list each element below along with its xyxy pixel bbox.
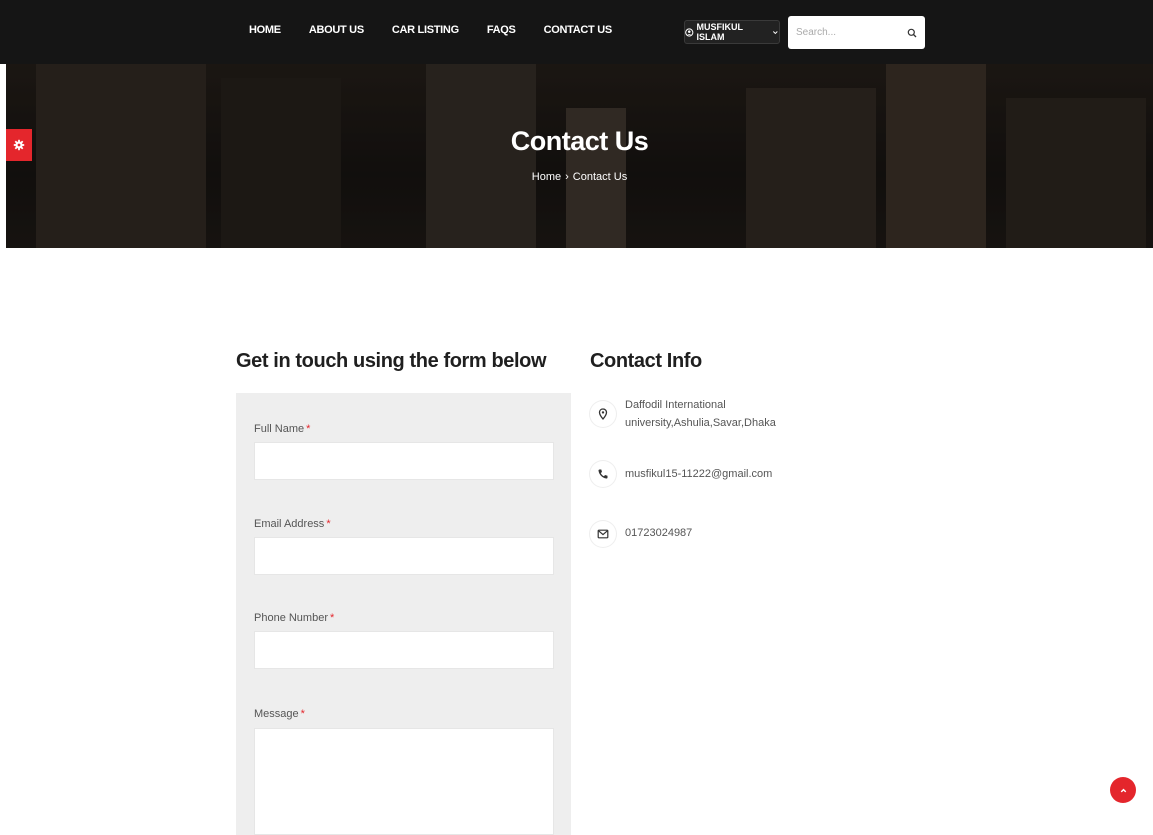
contact-phone[interactable]: 01723024987 bbox=[625, 524, 775, 542]
nav-home-link[interactable]: HOME bbox=[249, 24, 281, 36]
phone-number-field[interactable] bbox=[254, 631, 554, 669]
nav-faqs-link[interactable]: FAQS bbox=[487, 24, 516, 36]
phone-icon-wrap bbox=[590, 461, 616, 487]
breadcrumb-home-link[interactable]: Home bbox=[532, 171, 561, 183]
breadcrumb-separator: › bbox=[565, 171, 569, 183]
user-icon bbox=[685, 27, 694, 37]
search-placeholder: Search... bbox=[796, 27, 837, 38]
message-textarea[interactable] bbox=[254, 728, 554, 835]
search-input[interactable]: Search... bbox=[788, 16, 925, 49]
contact-email[interactable]: musfikul15-11222@gmail.com bbox=[625, 465, 775, 483]
nav-car-listing-link[interactable]: CAR LISTING bbox=[392, 24, 459, 36]
chevron-down-icon bbox=[773, 30, 779, 34]
settings-toggle-button[interactable] bbox=[6, 129, 32, 161]
full-name-field[interactable] bbox=[254, 442, 554, 480]
nav-about-us-link[interactable]: ABOUT US bbox=[309, 24, 364, 36]
contact-address: Daffodil International university,Ashuli… bbox=[625, 399, 776, 429]
gear-icon bbox=[13, 139, 25, 151]
user-name: MUSFIKUL ISLAM bbox=[696, 22, 743, 42]
top-navbar: HOME ABOUT US CAR LISTING FAQS CONTACT U… bbox=[0, 0, 1153, 64]
form-heading: Get in touch using the form below bbox=[236, 350, 547, 372]
breadcrumb-current: Contact Us bbox=[572, 171, 628, 183]
main-nav: HOME ABOUT US CAR LISTING FAQS CONTACT U… bbox=[249, 24, 640, 36]
contact-info-heading: Contact Info bbox=[590, 350, 702, 372]
phone-number-label: Phone Number * bbox=[254, 612, 335, 624]
phone-icon bbox=[598, 469, 608, 479]
email-field[interactable] bbox=[254, 537, 554, 575]
map-pin-icon bbox=[598, 408, 608, 420]
chevron-up-icon bbox=[1120, 788, 1126, 792]
email-label: Email Address * bbox=[254, 518, 331, 530]
message-label: Message * bbox=[254, 708, 305, 720]
page-title: Contact Us bbox=[510, 126, 649, 156]
breadcrumb: Home › Contact Us bbox=[6, 171, 1153, 183]
envelope-icon bbox=[597, 529, 609, 539]
search-icon[interactable] bbox=[907, 28, 917, 38]
user-account-button[interactable]: MUSFIKUL ISLAM bbox=[684, 20, 780, 44]
scroll-to-top-button[interactable] bbox=[1110, 777, 1136, 803]
full-name-label: Full Name * bbox=[254, 423, 311, 435]
page-banner: Contact Us Home › Contact Us bbox=[6, 64, 1153, 248]
nav-contact-us-link[interactable]: CONTACT US bbox=[544, 24, 613, 36]
map-pin-icon-wrap bbox=[590, 401, 616, 427]
envelope-icon-wrap bbox=[590, 521, 616, 547]
